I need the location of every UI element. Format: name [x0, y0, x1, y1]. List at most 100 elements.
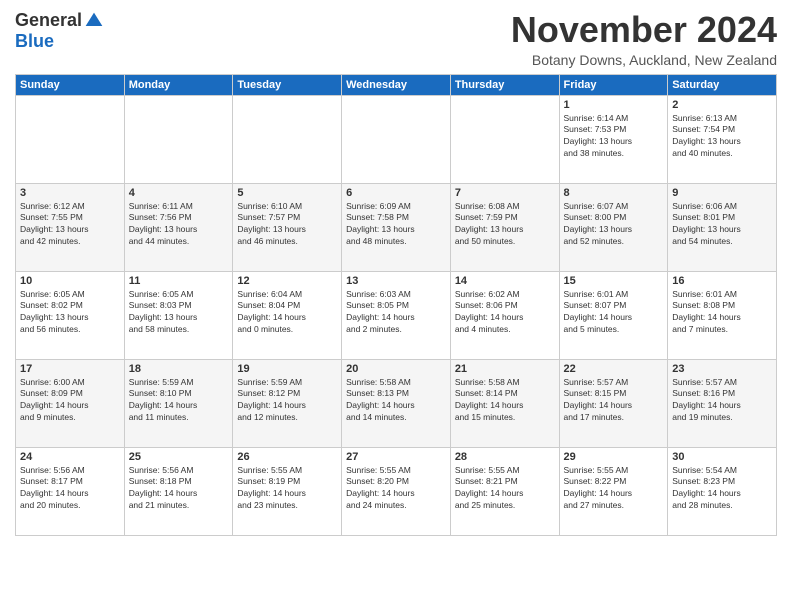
calendar-week-3: 10Sunrise: 6:05 AM Sunset: 8:02 PM Dayli… [16, 271, 777, 359]
day-number: 11 [129, 275, 229, 287]
day-info: Sunrise: 6:03 AM Sunset: 8:05 PM Dayligh… [346, 289, 446, 337]
calendar-cell: 25 Sunrise: 5:56 AM Sunset: 8:18 PM Dayli… [124, 447, 233, 535]
col-wednesday: Wednesday [342, 74, 451, 95]
day-info: Sunrise: 6:07 AM Sunset: 8:00 PM Dayligh… [564, 201, 664, 249]
title-area: November 2024 Botany Downs, Auckland, Ne… [511, 10, 777, 68]
day-number: 2 [672, 99, 772, 111]
calendar-cell: 20 Sunrise: 5:58 AM Sunset: 8:13 PM Dayli… [342, 359, 451, 447]
calendar-cell: 29 Sunrise: 5:55 AM Sunset: 8:22 PM Dayli… [559, 447, 668, 535]
calendar-week-5: 24Sunrise: 5:56 AM Sunset: 8:17 PM Dayli… [16, 447, 777, 535]
calendar-week-1: 1Sunrise: 6:14 AM Sunset: 7:53 PM Daylig… [16, 95, 777, 183]
day-number: 23 [672, 363, 772, 375]
day-number: 21 [455, 363, 555, 375]
day-info: Sunrise: 6:00 AM Sunset: 8:09 PM Dayligh… [20, 377, 120, 425]
calendar-cell: 4 Sunrise: 6:11 AM Sunset: 7:56 PM Daylig… [124, 183, 233, 271]
calendar-cell: 13 Sunrise: 6:03 AM Sunset: 8:05 PM Dayli… [342, 271, 451, 359]
day-info: Sunrise: 6:05 AM Sunset: 8:03 PM Dayligh… [129, 289, 229, 337]
calendar-cell: 14Sunrise: 6:02 AM Sunset: 8:06 PM Dayli… [450, 271, 559, 359]
day-info: Sunrise: 5:55 AM Sunset: 8:20 PM Dayligh… [346, 465, 446, 513]
day-info: Sunrise: 5:55 AM Sunset: 8:22 PM Dayligh… [564, 465, 664, 513]
day-info: Sunrise: 5:56 AM Sunset: 8:17 PM Dayligh… [20, 465, 120, 513]
col-friday: Friday [559, 74, 668, 95]
calendar-cell: 18Sunrise: 5:59 AM Sunset: 8:10 PM Dayli… [124, 359, 233, 447]
day-number: 12 [237, 275, 337, 287]
subtitle: Botany Downs, Auckland, New Zealand [511, 52, 777, 68]
logo: General [15, 10, 104, 31]
logo-icon [84, 11, 104, 31]
day-info: Sunrise: 5:57 AM Sunset: 8:16 PM Dayligh… [672, 377, 772, 425]
day-info: Sunrise: 5:58 AM Sunset: 8:13 PM Dayligh… [346, 377, 446, 425]
calendar-cell: 10Sunrise: 6:05 AM Sunset: 8:02 PM Dayli… [16, 271, 125, 359]
day-number: 5 [237, 187, 337, 199]
day-number: 8 [564, 187, 664, 199]
day-number: 28 [455, 451, 555, 463]
day-number: 17 [20, 363, 120, 375]
calendar-cell: 23 Sunrise: 5:57 AM Sunset: 8:16 PM Dayli… [668, 359, 777, 447]
day-number: 18 [129, 363, 229, 375]
calendar-cell: 21 Sunrise: 5:58 AM Sunset: 8:14 PM Dayli… [450, 359, 559, 447]
calendar: Sunday Monday Tuesday Wednesday Thursday… [15, 74, 777, 536]
calendar-cell: 1Sunrise: 6:14 AM Sunset: 7:53 PM Daylig… [559, 95, 668, 183]
col-monday: Monday [124, 74, 233, 95]
day-info: Sunrise: 5:57 AM Sunset: 8:15 PM Dayligh… [564, 377, 664, 425]
calendar-cell: 11 Sunrise: 6:05 AM Sunset: 8:03 PM Dayli… [124, 271, 233, 359]
calendar-cell: 22 Sunrise: 5:57 AM Sunset: 8:15 PM Dayli… [559, 359, 668, 447]
day-info: Sunrise: 6:01 AM Sunset: 8:08 PM Dayligh… [672, 289, 772, 337]
calendar-cell: 5 Sunrise: 6:10 AM Sunset: 7:57 PM Daylig… [233, 183, 342, 271]
header-row: Sunday Monday Tuesday Wednesday Thursday… [16, 74, 777, 95]
calendar-cell [124, 95, 233, 183]
calendar-cell: 8 Sunrise: 6:07 AM Sunset: 8:00 PM Daylig… [559, 183, 668, 271]
calendar-cell: 27 Sunrise: 5:55 AM Sunset: 8:20 PM Dayli… [342, 447, 451, 535]
day-info: Sunrise: 5:54 AM Sunset: 8:23 PM Dayligh… [672, 465, 772, 513]
day-info: Sunrise: 5:55 AM Sunset: 8:21 PM Dayligh… [455, 465, 555, 513]
day-number: 6 [346, 187, 446, 199]
day-number: 15 [564, 275, 664, 287]
logo-general-text: General [15, 10, 82, 31]
day-number: 19 [237, 363, 337, 375]
day-info: Sunrise: 5:55 AM Sunset: 8:19 PM Dayligh… [237, 465, 337, 513]
day-number: 10 [20, 275, 120, 287]
calendar-cell [450, 95, 559, 183]
day-info: Sunrise: 5:58 AM Sunset: 8:14 PM Dayligh… [455, 377, 555, 425]
calendar-cell [16, 95, 125, 183]
day-info: Sunrise: 6:10 AM Sunset: 7:57 PM Dayligh… [237, 201, 337, 249]
calendar-cell: 16 Sunrise: 6:01 AM Sunset: 8:08 PM Dayli… [668, 271, 777, 359]
calendar-cell: 2 Sunrise: 6:13 AM Sunset: 7:54 PM Daylig… [668, 95, 777, 183]
calendar-header: Sunday Monday Tuesday Wednesday Thursday… [16, 74, 777, 95]
col-thursday: Thursday [450, 74, 559, 95]
day-info: Sunrise: 6:04 AM Sunset: 8:04 PM Dayligh… [237, 289, 337, 337]
calendar-cell [342, 95, 451, 183]
day-info: Sunrise: 6:02 AM Sunset: 8:06 PM Dayligh… [455, 289, 555, 337]
day-info: Sunrise: 6:13 AM Sunset: 7:54 PM Dayligh… [672, 113, 772, 161]
calendar-cell: 7Sunrise: 6:08 AM Sunset: 7:59 PM Daylig… [450, 183, 559, 271]
day-info: Sunrise: 5:59 AM Sunset: 8:12 PM Dayligh… [237, 377, 337, 425]
day-info: Sunrise: 6:12 AM Sunset: 7:55 PM Dayligh… [20, 201, 120, 249]
calendar-cell: 3 Sunrise: 6:12 AM Sunset: 7:55 PM Daylig… [16, 183, 125, 271]
day-number: 25 [129, 451, 229, 463]
calendar-cell [233, 95, 342, 183]
day-number: 29 [564, 451, 664, 463]
day-info: Sunrise: 6:01 AM Sunset: 8:07 PM Dayligh… [564, 289, 664, 337]
col-tuesday: Tuesday [233, 74, 342, 95]
day-number: 20 [346, 363, 446, 375]
day-info: Sunrise: 6:06 AM Sunset: 8:01 PM Dayligh… [672, 201, 772, 249]
calendar-cell: 26 Sunrise: 5:55 AM Sunset: 8:19 PM Dayli… [233, 447, 342, 535]
day-number: 22 [564, 363, 664, 375]
day-number: 13 [346, 275, 446, 287]
day-number: 3 [20, 187, 120, 199]
calendar-cell: 17 Sunrise: 6:00 AM Sunset: 8:09 PM Dayli… [16, 359, 125, 447]
day-info: Sunrise: 6:11 AM Sunset: 7:56 PM Dayligh… [129, 201, 229, 249]
calendar-cell: 19 Sunrise: 5:59 AM Sunset: 8:12 PM Dayli… [233, 359, 342, 447]
logo-blue-text: Blue [15, 31, 54, 52]
logo-area: General Blue [15, 10, 104, 52]
day-number: 7 [455, 187, 555, 199]
day-number: 26 [237, 451, 337, 463]
day-number: 4 [129, 187, 229, 199]
day-number: 16 [672, 275, 772, 287]
col-saturday: Saturday [668, 74, 777, 95]
col-sunday: Sunday [16, 74, 125, 95]
day-info: Sunrise: 5:56 AM Sunset: 8:18 PM Dayligh… [129, 465, 229, 513]
day-number: 27 [346, 451, 446, 463]
calendar-week-4: 17 Sunrise: 6:00 AM Sunset: 8:09 PM Dayli… [16, 359, 777, 447]
header: General Blue November 2024 Botany Downs,… [15, 10, 777, 68]
